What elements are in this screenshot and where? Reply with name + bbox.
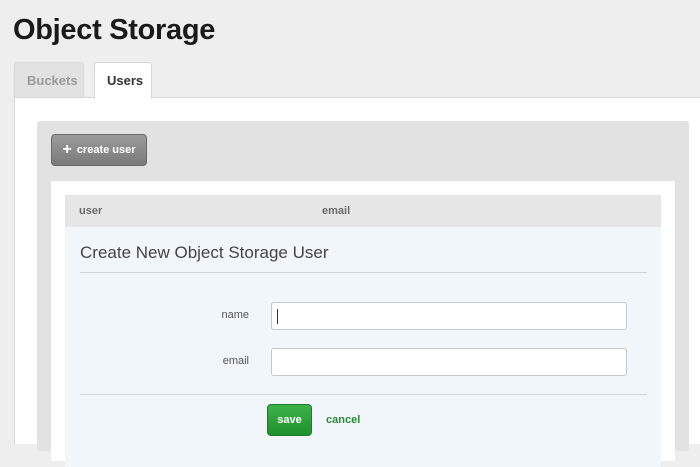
save-button[interactable]: save: [267, 404, 312, 436]
column-header-email: email: [322, 205, 351, 217]
create-user-button[interactable]: + create user: [51, 134, 147, 166]
create-user-label: create user: [76, 144, 136, 156]
page-title: Object Storage: [13, 14, 216, 46]
users-table: user email Create New Object Storage Use…: [51, 181, 675, 467]
create-user-form: Create New Object Storage User name emai…: [65, 227, 661, 467]
cancel-link[interactable]: cancel: [326, 414, 360, 426]
form-title: Create New Object Storage User: [80, 243, 329, 262]
form-divider: [80, 272, 647, 273]
name-label: name: [221, 309, 249, 321]
email-input[interactable]: [271, 348, 627, 376]
text-caret: [277, 309, 278, 324]
column-header-user: user: [79, 205, 103, 217]
plus-icon: +: [62, 141, 72, 158]
users-container: + create user user email Create New Obje…: [37, 121, 689, 467]
email-label: email: [222, 355, 249, 367]
table-header: user email: [65, 195, 661, 227]
form-actions-divider: [80, 394, 647, 395]
tab-bar: Buckets Users: [14, 62, 162, 99]
name-input[interactable]: [271, 302, 627, 330]
users-panel: + create user user email Create New Obje…: [14, 97, 700, 467]
tab-buckets[interactable]: Buckets: [14, 62, 84, 98]
tab-users[interactable]: Users: [94, 62, 152, 99]
